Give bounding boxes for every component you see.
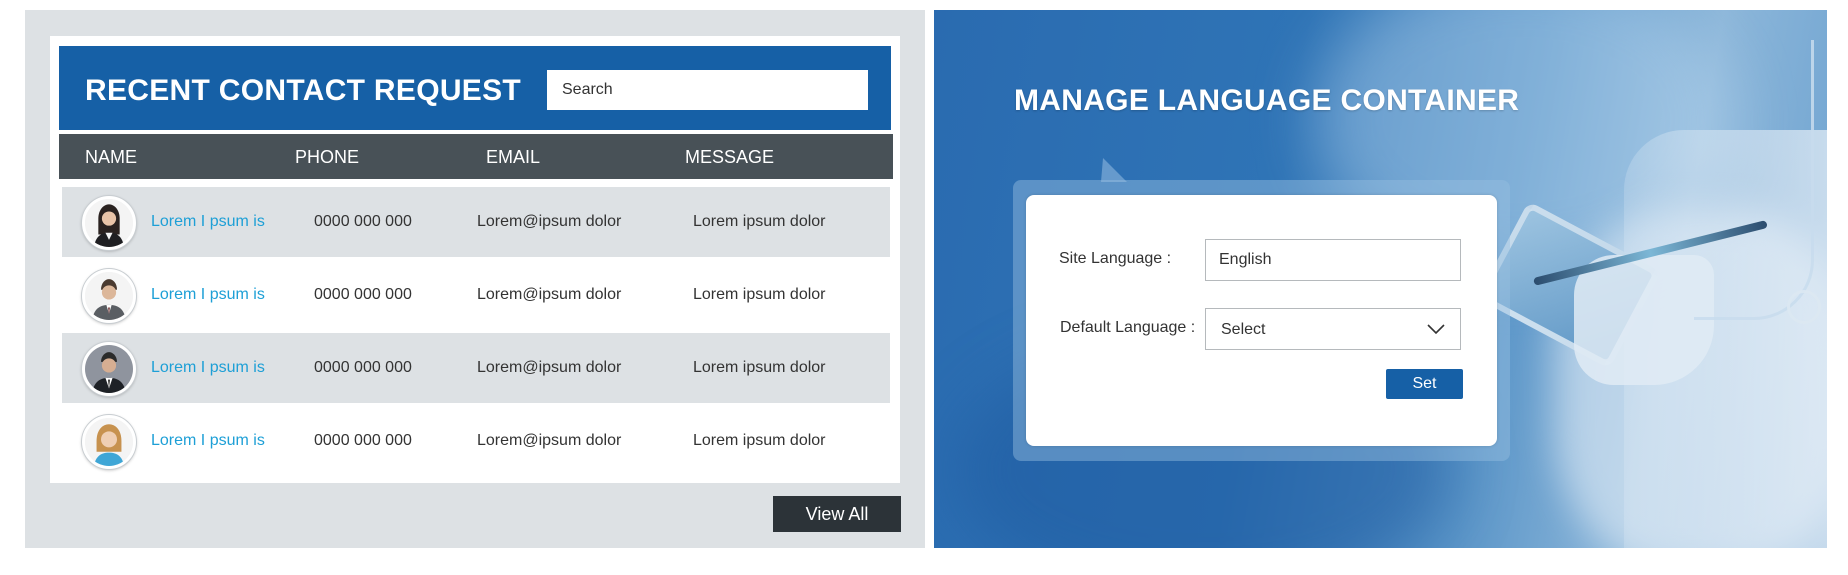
- callout-pointer: [1101, 158, 1127, 182]
- language-panel: MANAGE LANGUAGE CONTAINER Site Language …: [934, 10, 1827, 548]
- search-input[interactable]: [547, 70, 868, 110]
- contact-name-link[interactable]: Lorem I psum is: [151, 286, 265, 304]
- contact-phone: 0000 000 000: [314, 213, 412, 230]
- contact-name-link[interactable]: Lorem I psum is: [151, 359, 265, 377]
- contacts-title: RECENT CONTACT REQUEST: [85, 74, 522, 107]
- column-header-email: EMAIL: [486, 147, 541, 167]
- hand-image: [1574, 255, 1714, 385]
- contact-phone: 0000 000 000: [314, 432, 412, 449]
- table-row: Lorem I psum is 0000 000 000 Lorem@ipsum…: [62, 333, 890, 403]
- avatar-man-suit-icon: [82, 269, 136, 323]
- contact-phone: 0000 000 000: [314, 286, 412, 303]
- site-language-input[interactable]: [1205, 239, 1461, 281]
- site-language-label: Site Language :: [1059, 250, 1172, 267]
- avatar-woman-blonde-icon: [82, 415, 136, 469]
- stethoscope-head-image: [1787, 290, 1821, 324]
- language-title: MANAGE LANGUAGE CONTAINER: [1014, 84, 1520, 117]
- contact-email: Lorem@ipsum dolor: [477, 286, 622, 303]
- default-language-value: Select: [1221, 321, 1266, 338]
- avatar-woman-dark-hair-icon: [82, 196, 136, 250]
- default-language-select[interactable]: Select: [1205, 308, 1461, 350]
- column-header-message: MESSAGE: [685, 147, 775, 167]
- contact-phone: 0000 000 000: [314, 359, 412, 376]
- table-header: NAME PHONE EMAIL MESSAGE: [59, 134, 893, 179]
- table-row: Lorem I psum is 0000 000 000 Lorem@ipsum…: [62, 260, 890, 330]
- contact-message: Lorem ipsum dolor: [693, 213, 826, 230]
- contact-name-link[interactable]: Lorem I psum is: [151, 213, 265, 231]
- contacts-panel: RECENT CONTACT REQUEST NAME PHONE EMAIL …: [25, 10, 925, 548]
- contact-email: Lorem@ipsum dolor: [477, 213, 622, 230]
- contacts-header: RECENT CONTACT REQUEST: [59, 46, 891, 130]
- contact-name-link[interactable]: Lorem I psum is: [151, 432, 265, 450]
- contact-message: Lorem ipsum dolor: [693, 359, 826, 376]
- stethoscope-image: [1694, 40, 1814, 320]
- contacts-card: RECENT CONTACT REQUEST NAME PHONE EMAIL …: [50, 36, 900, 483]
- contact-email: Lorem@ipsum dolor: [477, 359, 622, 376]
- chevron-down-icon: [1427, 324, 1445, 335]
- column-header-name: NAME: [85, 147, 138, 167]
- contact-message: Lorem ipsum dolor: [693, 286, 826, 303]
- default-language-label: Default Language :: [1060, 319, 1196, 336]
- language-card: Site Language : Default Language : Selec…: [1026, 195, 1497, 446]
- avatar-man-tie-icon: [82, 342, 136, 396]
- view-all-button[interactable]: View All: [773, 496, 901, 532]
- table-row: Lorem I psum is 0000 000 000 Lorem@ipsum…: [62, 187, 890, 257]
- contact-message: Lorem ipsum dolor: [693, 432, 826, 449]
- set-button[interactable]: Set: [1386, 369, 1463, 399]
- contact-email: Lorem@ipsum dolor: [477, 432, 622, 449]
- column-header-phone: PHONE: [295, 147, 360, 167]
- table-row: Lorem I psum is 0000 000 000 Lorem@ipsum…: [62, 406, 890, 476]
